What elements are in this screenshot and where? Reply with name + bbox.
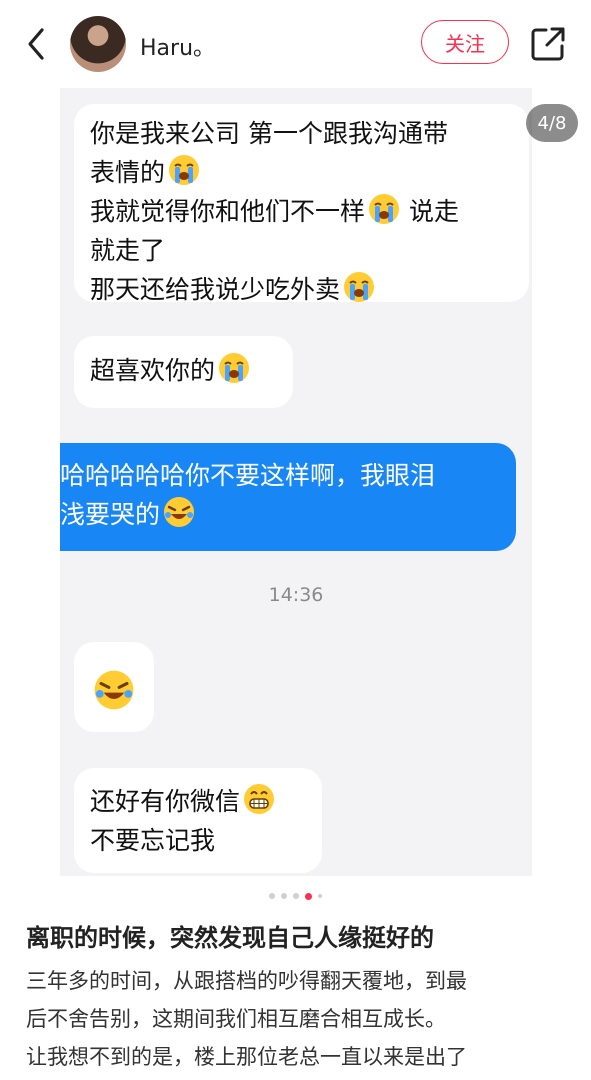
- carousel-dot[interactable]: [293, 893, 299, 899]
- carousel-dot[interactable]: [318, 894, 322, 898]
- message-line: 哈哈哈哈哈你不要这样啊，我眼泪: [60, 461, 436, 490]
- post-body: 三年多的时间，从跟搭档的吵得翻天覆地，到最 后不舍告别，这期间我们相互磨合相互成…: [26, 962, 571, 1076]
- post-body-line: 三年多的时间，从跟搭档的吵得翻天覆地，到最: [26, 969, 467, 993]
- received-message-bubble: [74, 642, 154, 732]
- top-bar: Haru。 关注: [0, 0, 591, 88]
- image-pager-badge: 4/8: [526, 104, 578, 142]
- message-line: 表情的: [90, 158, 166, 187]
- carousel-dot[interactable]: [269, 893, 275, 899]
- message-timestamp: 14:36: [268, 584, 324, 606]
- received-message-bubble: 还好有你微信 不要忘记我: [74, 768, 322, 873]
- message-line: 就走了: [90, 236, 166, 265]
- post-title: 离职的时候，突然发现自己人缘挺好的: [26, 924, 434, 952]
- laughing-tears-emoji-icon: [94, 670, 134, 710]
- message-line: 说走: [401, 197, 459, 226]
- username[interactable]: Haru。: [140, 30, 215, 62]
- loudly-crying-emoji-icon: [169, 155, 200, 185]
- loudly-crying-emoji-icon: [369, 194, 400, 224]
- grinning-emoji-icon: [244, 784, 275, 814]
- message-line: 那天还给我说少吃外卖: [90, 275, 341, 304]
- message-line: 我就觉得你和他们不一样: [90, 197, 366, 226]
- share-icon[interactable]: [530, 26, 566, 62]
- carousel-dot[interactable]: [281, 893, 287, 899]
- received-message-bubble: 你是我来公司 第一个跟我沟通带 表情的 我就觉得你和他们不一样 说走 就走了 那…: [74, 104, 529, 304]
- message-line: 不要忘记我: [90, 826, 216, 855]
- message-line: 超喜欢你的: [90, 356, 216, 385]
- post-body-line: 让我想不到的是，楼上那位老总一直以来是出了: [26, 1045, 467, 1069]
- message-line: 还好有你微信: [90, 787, 241, 816]
- avatar[interactable]: [70, 16, 126, 72]
- sent-message-bubble: 哈哈哈哈哈你不要这样啊，我眼泪 浅要哭的: [60, 443, 516, 551]
- chevron-left-icon[interactable]: [22, 26, 52, 62]
- loudly-crying-emoji-icon: [219, 353, 250, 383]
- follow-button[interactable]: 关注: [421, 20, 509, 64]
- laughing-tears-emoji-icon: [164, 497, 195, 527]
- chat-screenshot-image[interactable]: 你是我来公司 第一个跟我沟通带 表情的 我就觉得你和他们不一样 说走 就走了 那…: [60, 88, 532, 876]
- post-body-line: 后不舍告别，这期间我们相互磨合相互成长。: [26, 1007, 446, 1031]
- message-line: 你是我来公司 第一个跟我沟通带: [90, 119, 448, 148]
- received-message-bubble: 超喜欢你的: [74, 336, 293, 408]
- loudly-crying-emoji-icon: [344, 272, 375, 302]
- message-line: 浅要哭的: [60, 500, 161, 529]
- carousel-indicator: [0, 890, 591, 902]
- carousel-dot-active[interactable]: [305, 892, 312, 900]
